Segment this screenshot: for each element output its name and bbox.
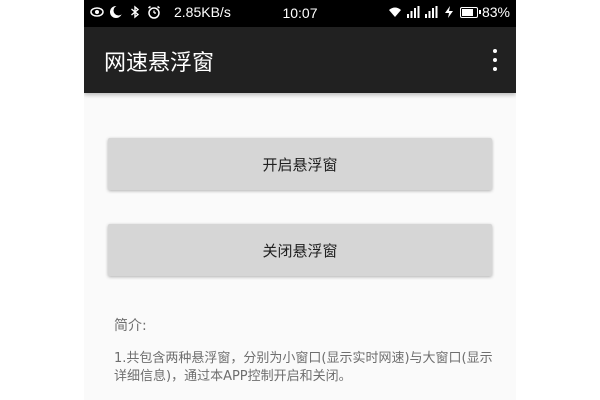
charging-icon bbox=[442, 5, 456, 19]
close-floating-window-button[interactable]: 关闭悬浮窗 bbox=[108, 224, 492, 276]
app-bar: 网速悬浮窗 bbox=[84, 27, 516, 93]
phone-screen: 2.85KB/s 10:07 83% 网速悬浮窗 开启悬浮窗 关闭悬浮窗 简介:… bbox=[84, 0, 516, 400]
moon-icon bbox=[109, 5, 123, 19]
intro-text: 1.共包含两种悬浮窗，分别为小窗口(显示实时网速)与大窗口(显示详细信息)，通过… bbox=[114, 351, 493, 384]
open-floating-window-button[interactable]: 开启悬浮窗 bbox=[108, 138, 492, 190]
battery-percent: 83% bbox=[481, 4, 510, 20]
menu-dot bbox=[493, 58, 497, 62]
bluetooth-icon bbox=[128, 5, 142, 19]
menu-dot bbox=[493, 49, 497, 53]
more-vert-icon[interactable] bbox=[488, 49, 502, 71]
signal-icon bbox=[406, 5, 420, 19]
wifi-icon bbox=[388, 5, 402, 19]
eye-icon bbox=[90, 5, 104, 19]
status-bar: 2.85KB/s 10:07 83% bbox=[84, 0, 516, 27]
signal-icon bbox=[424, 5, 438, 19]
status-left: 2.85KB/s bbox=[90, 4, 231, 20]
intro-label: 简介: bbox=[114, 318, 147, 334]
net-speed-text: 2.85KB/s bbox=[174, 4, 231, 20]
battery-icon bbox=[459, 6, 481, 18]
app-title: 网速悬浮窗 bbox=[104, 51, 215, 76]
menu-dot bbox=[493, 67, 497, 71]
status-right: 83% bbox=[388, 4, 510, 20]
alarm-icon bbox=[147, 5, 161, 19]
